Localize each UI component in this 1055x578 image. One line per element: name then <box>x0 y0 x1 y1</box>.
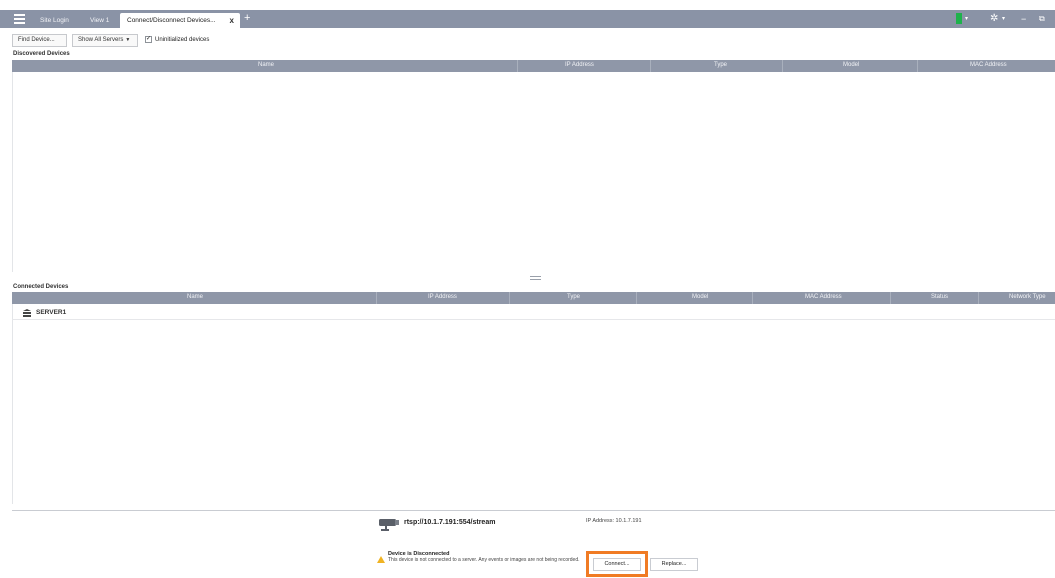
connected-devices-header: Name IP Address Type Model MAC Address S… <box>12 292 1055 304</box>
column-header-network-type[interactable]: Network Type <box>1009 294 1046 300</box>
column-header-ip-address[interactable]: IP Address <box>565 62 594 68</box>
device-ip-address: IP Address: 10.1.7.191 <box>586 518 642 524</box>
gear-icon[interactable]: ✲ <box>990 12 998 26</box>
tab-site-login[interactable]: Site Login <box>34 13 75 28</box>
column-header-type[interactable]: Type <box>714 62 727 68</box>
table-row[interactable]: SERVER1 <box>12 306 1055 320</box>
show-all-servers-dropdown[interactable]: Show All Servers ▼ <box>72 34 138 47</box>
column-header-name[interactable]: Name <box>258 62 274 68</box>
replace-button[interactable]: Replace... <box>650 558 698 571</box>
column-header-ip-address[interactable]: IP Address <box>428 294 457 300</box>
column-header-model[interactable]: Model <box>843 62 859 68</box>
tab-connect-disconnect-devices[interactable]: Connect/Disconnect Devices... x <box>120 13 240 28</box>
device-toolbar: Find Device... Show All Servers ▼ ✓ Uninit… <box>0 34 1055 48</box>
column-header-status[interactable]: Status <box>931 294 948 300</box>
status-indicator-icon[interactable] <box>956 13 962 24</box>
device-stream-url: rtsp://10.1.7.191:554/stream <box>404 519 496 526</box>
status-dropdown-icon[interactable]: ▾ <box>965 12 968 26</box>
device-details-panel: rtsp://10.1.7.191:554/stream IP Address:… <box>12 510 1055 578</box>
settings-dropdown-icon[interactable]: ▾ <box>1002 12 1005 26</box>
resize-splitter-handle[interactable] <box>530 276 541 280</box>
column-separator[interactable] <box>978 292 979 304</box>
column-header-model[interactable]: Model <box>692 294 708 300</box>
column-separator[interactable] <box>636 292 637 304</box>
connect-button[interactable]: Connect... <box>593 558 641 571</box>
column-separator[interactable] <box>517 60 518 72</box>
hamburger-menu-icon[interactable] <box>14 14 25 24</box>
connected-devices-list[interactable] <box>12 304 1055 504</box>
uninitialized-devices-label: Uninitialized devices <box>155 37 210 43</box>
discovered-devices-list[interactable] <box>12 72 1055 272</box>
column-separator[interactable] <box>890 292 891 304</box>
column-header-name[interactable]: Name <box>187 294 203 300</box>
column-separator[interactable] <box>917 60 918 72</box>
camera-icon <box>379 519 399 531</box>
warning-icon <box>377 556 385 563</box>
minimize-icon[interactable]: − <box>1021 12 1026 26</box>
checkbox-checked-icon[interactable]: ✓ <box>145 35 152 43</box>
tab-view-1[interactable]: View 1 <box>84 13 115 28</box>
column-header-type[interactable]: Type <box>567 294 580 300</box>
column-separator[interactable] <box>782 60 783 72</box>
column-separator[interactable] <box>650 60 651 72</box>
discovered-devices-heading: Discovered Devices <box>13 51 70 57</box>
show-all-servers-label: Show All Servers <box>78 37 124 43</box>
tab-label: Connect/Disconnect Devices... <box>127 17 216 24</box>
column-header-mac-address[interactable]: MAC Address <box>970 62 1007 68</box>
close-tab-icon[interactable]: x <box>230 13 234 28</box>
column-separator[interactable] <box>509 292 510 304</box>
chevron-down-icon: ▼ <box>125 37 131 43</box>
column-separator[interactable] <box>752 292 753 304</box>
uninitialized-devices-toggle[interactable]: ✓ Uninitialized devices <box>145 35 209 46</box>
add-tab-icon[interactable]: + <box>244 12 250 25</box>
connected-devices-heading: Connected Devices <box>13 284 69 290</box>
server-icon <box>23 309 31 317</box>
find-device-button[interactable]: Find Device... <box>12 34 67 47</box>
discovered-devices-header: Name IP Address Type Model MAC Address <box>12 60 1055 72</box>
column-header-mac-address[interactable]: MAC Address <box>805 294 842 300</box>
warning-message: This device is not connected to a server… <box>388 557 580 563</box>
column-separator[interactable] <box>376 292 377 304</box>
restore-icon[interactable]: ⧉ <box>1039 12 1045 26</box>
server-name: SERVER1 <box>36 309 67 316</box>
title-bar: Site Login View 1 Connect/Disconnect Dev… <box>0 10 1055 28</box>
